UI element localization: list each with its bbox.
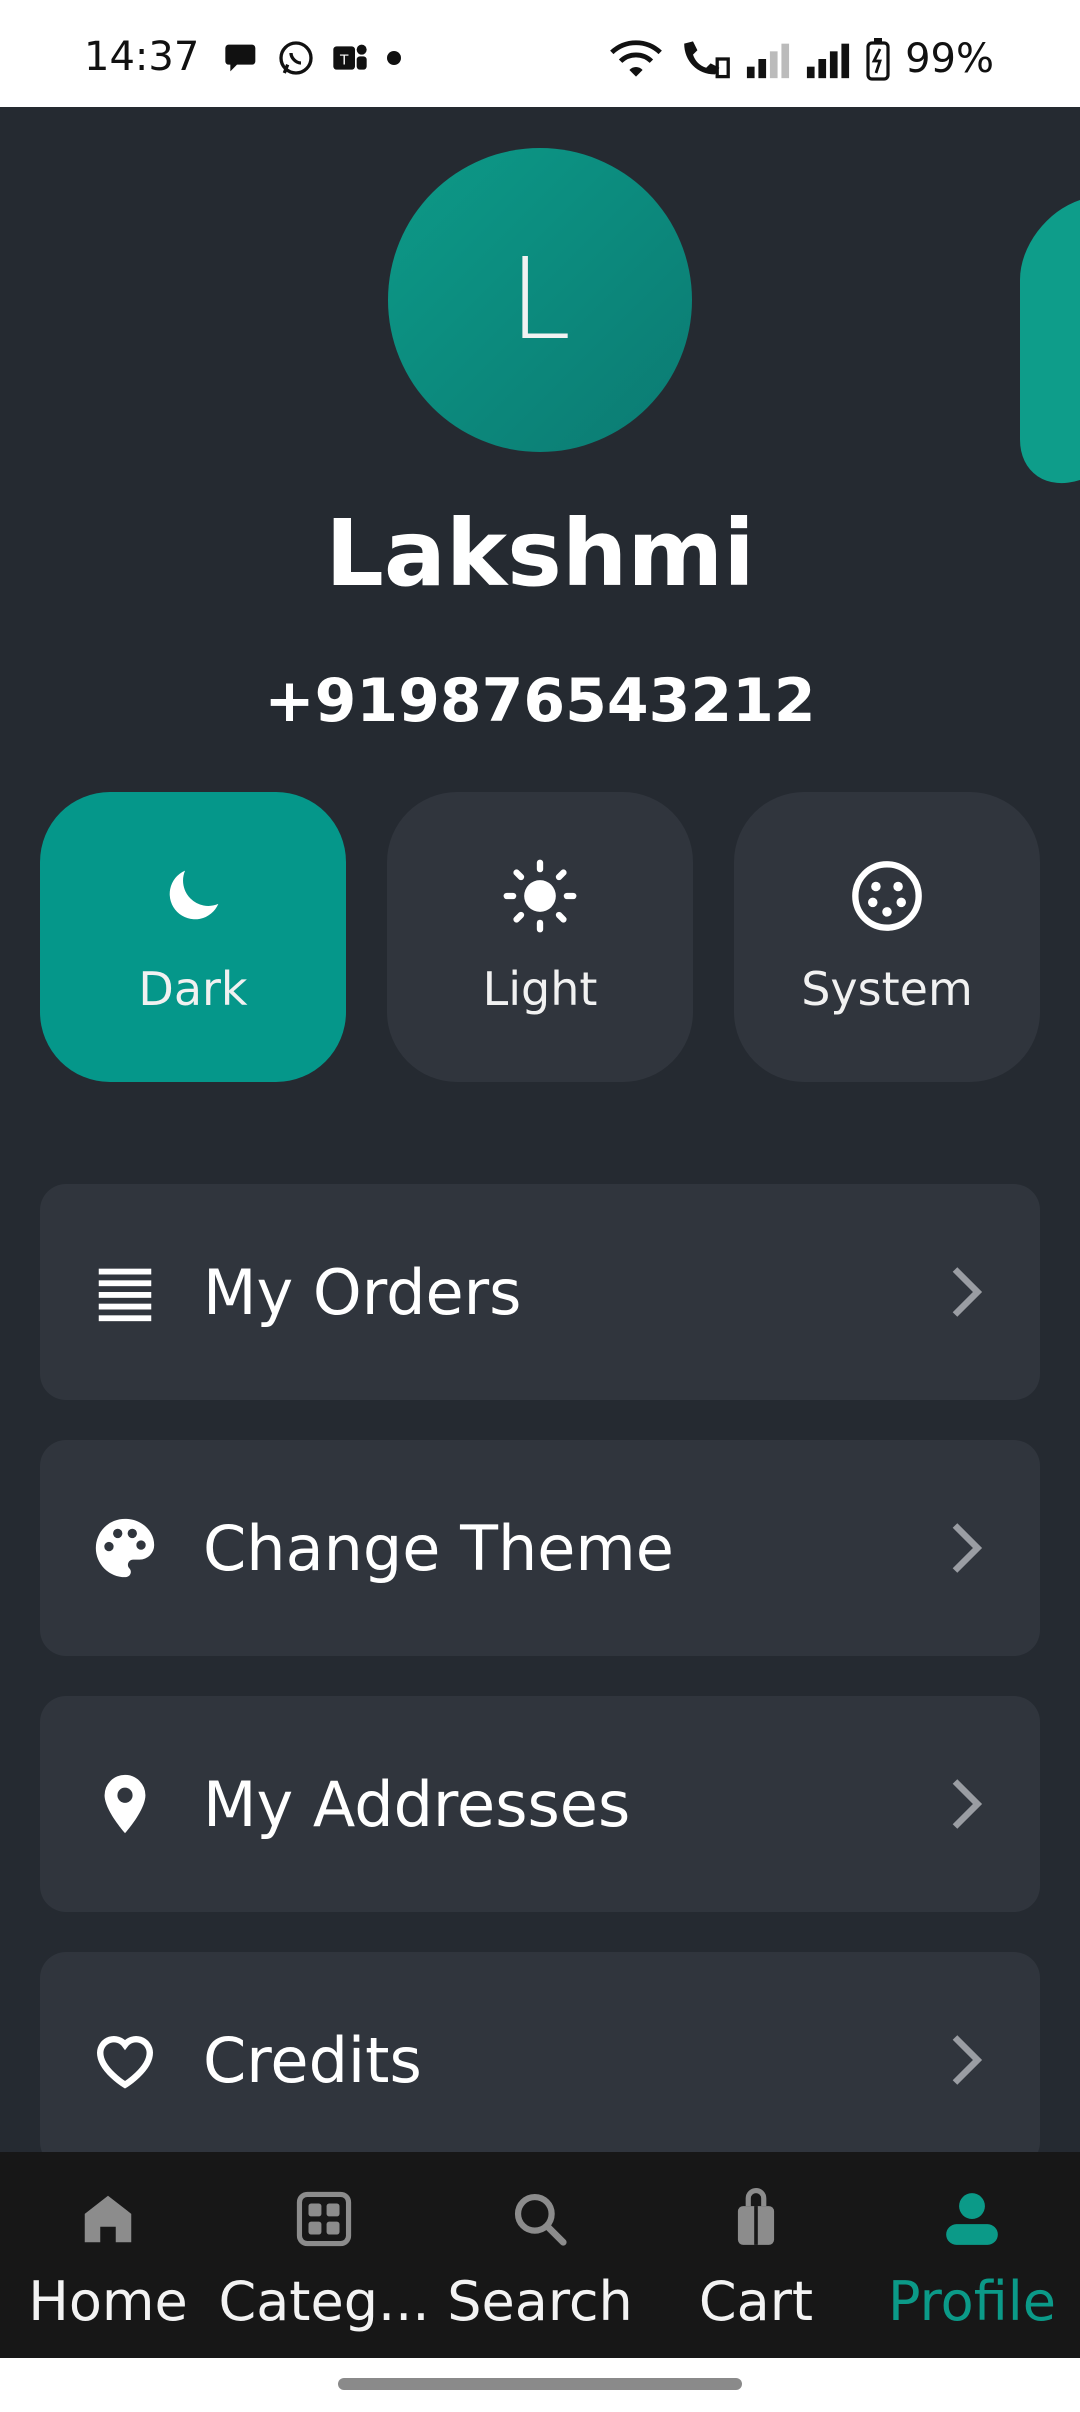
- theme-label: System: [801, 962, 973, 1016]
- theme-label: Light: [482, 962, 598, 1016]
- nav-label: Search: [447, 2270, 633, 2333]
- chevron-right-icon: [952, 2035, 983, 2085]
- dot-icon: [387, 51, 401, 65]
- menu-item-my-orders[interactable]: My Orders: [40, 1184, 1040, 1400]
- svg-text:T: T: [340, 52, 349, 69]
- bag-icon: [737, 2188, 775, 2245]
- person-icon: [946, 2193, 998, 2245]
- chevron-right-icon: [952, 1523, 983, 1573]
- system-status-icons: 99%: [609, 36, 994, 82]
- bottom-navigation: Home Categ... Search Cart Profile: [0, 2152, 1080, 2358]
- menu-item-change-theme[interactable]: Change Theme: [40, 1440, 1040, 1656]
- nav-label: Categ...: [218, 2270, 430, 2333]
- nav-item-profile[interactable]: Profile: [864, 2152, 1080, 2358]
- wifi-icon: [610, 40, 662, 77]
- user-phone: +919876543212: [264, 666, 816, 736]
- chevron-right-icon: [952, 1779, 983, 1829]
- decorative-shape: [1020, 180, 1080, 500]
- user-name: Lakshmi: [325, 500, 755, 607]
- signal-full-icon: [807, 43, 850, 79]
- battery-icon: [866, 38, 890, 81]
- sun-icon: [503, 859, 577, 933]
- menu-item-credits[interactable]: Credits: [40, 1952, 1040, 2168]
- theme-option-system[interactable]: System: [734, 792, 1040, 1082]
- wifi-call-icon: [684, 41, 730, 79]
- status-bar: 14:37 T 99%: [0, 0, 1080, 107]
- nav-item-search[interactable]: Search: [432, 2152, 648, 2358]
- theme-selector: Dark Light System: [40, 792, 1040, 1082]
- signal-weak-icon: [747, 43, 790, 79]
- location-pin-icon: [104, 1774, 146, 1834]
- heart-icon: [96, 2036, 154, 2089]
- status-time: 14:37: [84, 34, 200, 80]
- avatar-initial: L: [508, 235, 572, 365]
- nav-label: Profile: [888, 2270, 1056, 2333]
- grid-icon: [296, 2191, 352, 2247]
- palette-icon: [95, 1518, 155, 1578]
- chat-bubble-icon: [225, 44, 256, 72]
- theme-option-dark[interactable]: Dark: [40, 792, 346, 1082]
- nav-label: Home: [28, 2270, 188, 2333]
- chevron-right-icon: [952, 1267, 983, 1317]
- nav-label: Cart: [698, 2270, 814, 2333]
- theme-label: Dark: [138, 962, 248, 1016]
- teams-icon: T: [333, 44, 367, 70]
- home-indicator[interactable]: [338, 2378, 742, 2390]
- menu-item-my-addresses[interactable]: My Addresses: [40, 1696, 1040, 1912]
- search-icon: [514, 2193, 567, 2246]
- menu-item-label: Change Theme: [203, 1511, 674, 1585]
- menu-item-label: Credits: [203, 2023, 422, 2097]
- profile-menu: My Orders Change Theme My Addresses Cred…: [40, 1184, 1040, 2208]
- menu-item-label: My Addresses: [203, 1767, 631, 1841]
- moon-icon: [169, 870, 219, 920]
- avatar: L: [388, 148, 692, 452]
- menu-item-label: My Orders: [203, 1255, 522, 1329]
- nav-item-cart[interactable]: Cart: [648, 2152, 864, 2358]
- home-icon: [84, 2195, 132, 2243]
- system-gesture-bar: [0, 2358, 1080, 2412]
- list-icon: [98, 1268, 152, 1322]
- notification-icons: T: [222, 38, 404, 78]
- nav-item-home[interactable]: Home: [0, 2152, 216, 2358]
- system-icon: [852, 861, 922, 931]
- nav-item-categories[interactable]: Categ...: [216, 2152, 432, 2358]
- theme-option-light[interactable]: Light: [387, 792, 693, 1082]
- whatsapp-icon: [279, 41, 313, 75]
- battery-percentage: 99%: [905, 36, 994, 82]
